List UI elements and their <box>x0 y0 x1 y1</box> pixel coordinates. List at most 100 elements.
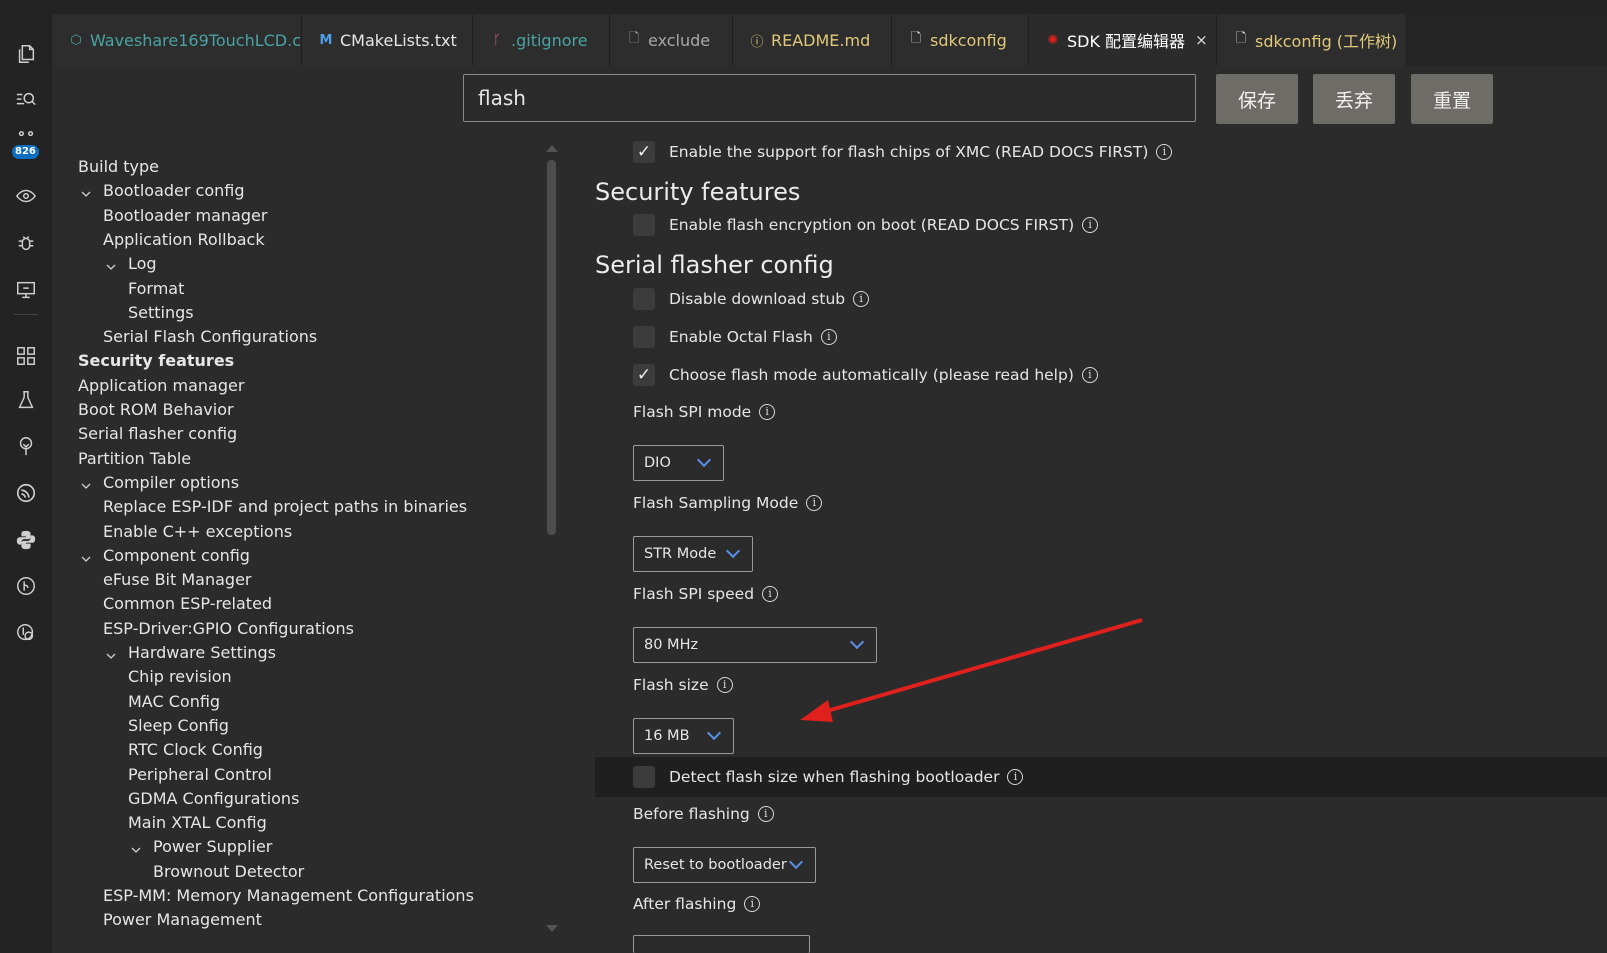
flash-spi-mode-select[interactable]: DIO <box>633 445 724 481</box>
tab-label: README.md <box>771 30 871 50</box>
chevron-down-icon[interactable] <box>131 840 141 854</box>
info-icon[interactable]: i <box>762 586 779 602</box>
info-icon[interactable]: i <box>1007 769 1024 785</box>
tree-item[interactable]: ESP-MM: Memory Management Configurations <box>103 886 474 906</box>
octal-flash-row: Enable Octal Flash i <box>595 317 837 357</box>
tree-item[interactable]: Hardware Settings <box>128 643 276 663</box>
tree-item[interactable]: Power Supplier <box>153 837 272 857</box>
chevron-down-icon[interactable] <box>81 549 91 562</box>
info-icon[interactable]: i <box>806 495 823 511</box>
tree-item[interactable]: Security features <box>78 351 234 371</box>
info-icon[interactable]: i <box>1081 367 1098 383</box>
before-flashing-label: Before flashing <box>633 805 750 823</box>
tree-item[interactable]: Component config <box>103 546 250 566</box>
tree-item[interactable]: MAC Config <box>128 692 220 712</box>
tree-item[interactable]: Build type <box>78 157 159 177</box>
tree-item[interactable]: Enable C++ exceptions <box>103 522 292 542</box>
chevron-down-icon[interactable] <box>106 646 116 659</box>
chevron-down-icon[interactable] <box>81 184 91 198</box>
tab-gitignore[interactable]: ᚴ .gitignore <box>473 14 610 66</box>
info-icon[interactable]: i <box>716 677 733 693</box>
disable-stub-checkbox[interactable] <box>633 288 655 310</box>
tree-item[interactable]: Compiler options <box>103 473 239 493</box>
detect-flash-size-checkbox[interactable] <box>633 766 655 788</box>
debug-icon[interactable] <box>0 225 52 261</box>
close-icon[interactable]: × <box>1195 31 1208 49</box>
eye-icon[interactable] <box>0 178 52 214</box>
info-icon[interactable]: i <box>853 291 870 307</box>
tree-item[interactable]: Log <box>128 254 157 274</box>
tab-readme[interactable]: ⓘ README.md <box>733 14 892 66</box>
tree-item[interactable]: Serial Flash Configurations <box>103 327 317 347</box>
scroll-up-arrow[interactable] <box>546 145 558 152</box>
tree-item[interactable]: Application manager <box>78 376 244 396</box>
python-icon[interactable] <box>0 522 52 558</box>
info-icon[interactable]: i <box>744 896 761 912</box>
save-button[interactable]: 保存 <box>1216 74 1298 124</box>
info-icon[interactable]: i <box>757 806 774 822</box>
tab-waveshare[interactable]: ⬡ Waveshare169TouchLCD.c <box>52 14 302 66</box>
flash-size-select[interactable]: 16 MB <box>633 718 734 754</box>
info-icon[interactable]: i <box>1156 144 1173 160</box>
tree-item[interactable]: Bootloader manager <box>103 206 267 226</box>
remote-explorer-icon[interactable] <box>0 272 52 308</box>
octal-flash-checkbox[interactable] <box>633 326 655 348</box>
activity-bar: 826 <box>0 14 52 953</box>
testing-flask-icon[interactable] <box>0 382 52 418</box>
tree-item[interactable]: Boot ROM Behavior <box>78 400 234 420</box>
flash-spi-mode-label: Flash SPI mode <box>633 403 752 421</box>
search-icon[interactable] <box>0 82 52 118</box>
flash-encryption-checkbox[interactable] <box>633 214 655 236</box>
info-icon[interactable]: i <box>759 404 776 420</box>
tree-item[interactable]: Serial flasher config <box>78 424 237 444</box>
tree-item[interactable]: Replace ESP-IDF and project paths in bin… <box>103 497 467 517</box>
tree-item[interactable]: Chip revision <box>128 667 232 687</box>
search-input[interactable] <box>463 74 1196 122</box>
security-features-heading: Security features <box>595 178 801 206</box>
tab-sdkconfig[interactable]: 🗋 sdkconfig <box>892 14 1029 66</box>
tree-item[interactable]: Partition Table <box>78 449 191 469</box>
tree-item[interactable]: RTC Clock Config <box>128 740 263 760</box>
info-icon[interactable]: i <box>1082 217 1099 233</box>
discard-button[interactable]: 丢弃 <box>1313 74 1395 124</box>
chevron-down-icon[interactable] <box>81 476 91 489</box>
detect-flash-size-label: Detect flash size when flashing bootload… <box>669 768 1000 786</box>
tab-label: exclude <box>648 30 711 50</box>
espressif-icon[interactable] <box>0 475 52 511</box>
tab-sdk-config-editor[interactable]: ✺ SDK 配置编辑器 × <box>1029 14 1217 66</box>
tree-icon[interactable] <box>0 428 52 464</box>
tab-label: SDK 配置编辑器 <box>1067 32 1186 51</box>
tree-item[interactable]: Sleep Config <box>128 716 229 736</box>
chevron-down-icon[interactable] <box>106 257 116 271</box>
tab-cmakelists[interactable]: M CMakeLists.txt <box>302 14 473 66</box>
tree-item[interactable]: Power Management <box>103 910 262 930</box>
tree-item[interactable]: Settings <box>128 303 194 323</box>
after-flashing-select[interactable] <box>633 935 810 953</box>
reset-button[interactable]: 重置 <box>1411 74 1493 124</box>
info-icon[interactable]: i <box>820 329 837 345</box>
flash-spi-speed-select[interactable]: 80 MHz <box>633 627 877 663</box>
git-graph-icon[interactable] <box>0 568 52 604</box>
tree-item[interactable]: Common ESP-related <box>103 594 272 614</box>
auto-flash-mode-checkbox[interactable]: ✓ <box>633 364 655 386</box>
tree-item[interactable]: Application Rollback <box>103 230 265 250</box>
tree-scrollbar-thumb[interactable] <box>547 160 556 535</box>
tree-item[interactable]: eFuse Bit Manager <box>103 570 252 590</box>
tree-item[interactable]: GDMA Configurations <box>128 789 299 809</box>
gitlens-icon[interactable] <box>0 615 52 651</box>
scroll-down-arrow[interactable] <box>546 925 558 932</box>
tree-item[interactable]: Format <box>128 279 184 299</box>
xmc-support-checkbox[interactable]: ✓ <box>633 141 655 163</box>
tree-item[interactable]: Bootloader config <box>103 181 245 201</box>
tree-item[interactable]: Main XTAL Config <box>128 813 267 833</box>
tree-item[interactable]: Peripheral Control <box>128 765 272 785</box>
before-flashing-select[interactable]: Reset to bootloader <box>633 847 816 883</box>
flash-sampling-select[interactable]: STR Mode <box>633 536 753 572</box>
tree-item[interactable]: ESP-Driver:GPIO Configurations <box>103 619 354 639</box>
flash-size-label: Flash size <box>633 676 709 694</box>
tree-item[interactable]: Brownout Detector <box>153 862 304 882</box>
extensions-icon[interactable] <box>0 338 52 374</box>
explorer-icon[interactable] <box>0 36 52 72</box>
tab-exclude[interactable]: 🗋 exclude <box>610 14 733 66</box>
tab-sdkconfig-worktree[interactable]: 🗋 sdkconfig (工作树) <box>1217 14 1407 66</box>
